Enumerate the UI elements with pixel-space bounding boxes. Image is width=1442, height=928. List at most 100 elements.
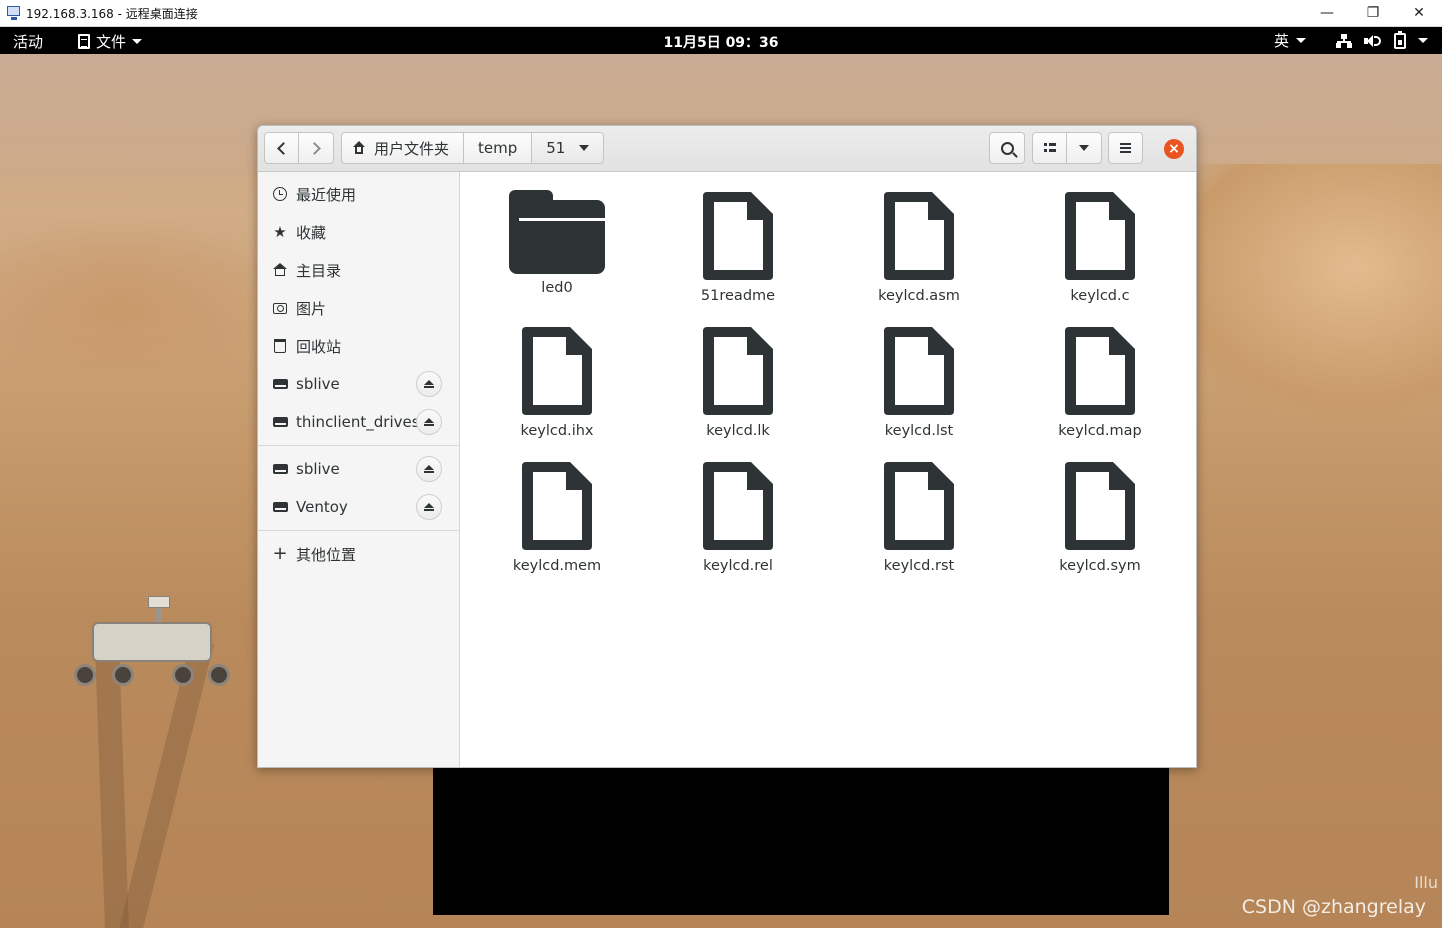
rdp-title-bar: 192.168.3.168 - 远程桌面连接 — ❐ ✕ xyxy=(0,0,1442,27)
drive-icon xyxy=(272,376,288,392)
file-item[interactable]: keylcd.lk xyxy=(648,307,828,439)
file-name: keylcd.rst xyxy=(883,558,955,574)
sidebar-item-recent[interactable]: 最近使用 xyxy=(258,175,460,213)
clock-label: 11月5日 09：36 xyxy=(663,35,779,51)
sidebar-item-sblive-2[interactable]: sblive xyxy=(258,450,460,488)
eject-button[interactable] xyxy=(416,494,442,520)
file-name: keylcd.sym xyxy=(1059,558,1141,574)
file-item[interactable]: keylcd.c xyxy=(1010,172,1190,304)
sidebar-item-starred[interactable]: ★ 收藏 xyxy=(258,213,460,251)
view-options xyxy=(1032,132,1102,164)
path-current-label: 51 xyxy=(546,139,566,157)
volume-icon xyxy=(1364,34,1382,48)
sidebar-item-label: 收藏 xyxy=(296,223,327,242)
file-item[interactable]: keylcd.lst xyxy=(829,307,1009,439)
rdp-close-button[interactable]: ✕ xyxy=(1396,0,1442,26)
navigation-buttons xyxy=(264,132,334,164)
sidebar-item-home[interactable]: 主目录 xyxy=(258,251,460,289)
file-item[interactable]: keylcd.ihx xyxy=(467,307,647,439)
sidebar-item-trash[interactable]: 回收站 xyxy=(258,327,460,365)
network-icon xyxy=(1336,33,1352,48)
drive-icon xyxy=(272,499,288,515)
view-toggle-button[interactable] xyxy=(1032,132,1067,164)
file-item[interactable]: keylcd.rel xyxy=(648,442,828,574)
system-menu[interactable] xyxy=(1336,30,1428,49)
sidebar-divider xyxy=(258,530,460,531)
back-button[interactable] xyxy=(264,132,299,164)
path-temp[interactable]: temp xyxy=(464,132,533,164)
document-icon xyxy=(701,190,775,282)
document-icon xyxy=(882,325,956,417)
sidebar-item-label: 主目录 xyxy=(296,261,342,280)
trash-icon xyxy=(272,338,288,354)
plus-icon: + xyxy=(272,543,288,564)
file-item[interactable]: keylcd.rst xyxy=(829,442,1009,574)
file-item[interactable]: keylcd.mem xyxy=(467,442,647,574)
file-item[interactable]: 51readme xyxy=(648,172,828,304)
hamburger-menu-icon xyxy=(1120,143,1131,153)
sidebar-item-label: sblive xyxy=(296,460,340,478)
eject-button[interactable] xyxy=(416,371,442,397)
sidebar-item-ventoy[interactable]: Ventoy xyxy=(258,488,460,526)
document-icon xyxy=(701,325,775,417)
input-method-menu[interactable]: 英 xyxy=(1274,30,1306,51)
document-icon xyxy=(1063,460,1137,552)
document-icon xyxy=(882,460,956,552)
eject-button[interactable] xyxy=(416,409,442,435)
file-name: keylcd.lst xyxy=(884,423,954,439)
forward-button[interactable] xyxy=(299,132,334,164)
search-button[interactable] xyxy=(989,132,1025,164)
file-name: led0 xyxy=(541,280,573,296)
sidebar: 最近使用 ★ 收藏 主目录 图片 回收站 sblive thinclient_d… xyxy=(258,172,460,767)
corner-text: Illu xyxy=(1414,873,1438,892)
file-name: keylcd.lk xyxy=(706,423,770,439)
home-icon xyxy=(272,262,288,278)
eject-button[interactable] xyxy=(416,456,442,482)
file-name: keylcd.rel xyxy=(703,558,773,574)
path-bar: 用户文件夹 temp 51 xyxy=(341,132,605,164)
close-icon: × xyxy=(1168,141,1180,157)
chevron-down-icon xyxy=(579,145,590,151)
sidebar-item-label: thinclient_drives xyxy=(296,413,420,431)
sidebar-item-other-locations[interactable]: + 其他位置 xyxy=(258,535,460,573)
window-close-button[interactable]: × xyxy=(1164,139,1184,159)
header-bar: 用户文件夹 temp 51 × xyxy=(258,126,1196,172)
sidebar-item-sblive[interactable]: sblive xyxy=(258,365,460,403)
folder-icon xyxy=(509,190,605,274)
file-name: keylcd.mem xyxy=(512,558,602,574)
file-name: keylcd.asm xyxy=(878,288,960,304)
chevron-down-icon xyxy=(1418,38,1428,43)
file-name: keylcd.map xyxy=(1058,423,1142,439)
file-item[interactable]: keylcd.sym xyxy=(1010,442,1190,574)
path-temp-label: temp xyxy=(478,139,518,157)
minimize-button[interactable]: — xyxy=(1304,0,1350,26)
chevron-down-icon xyxy=(1079,145,1089,151)
file-view: led0 51readme keylcd.asm keylcd.c keylcd… xyxy=(461,172,1196,767)
rdp-window-title: 192.168.3.168 - 远程桌面连接 xyxy=(26,6,198,21)
input-lang-label: 英 xyxy=(1273,32,1289,50)
restore-button[interactable]: ❐ xyxy=(1350,0,1396,26)
sidebar-item-label: 图片 xyxy=(296,299,327,318)
document-icon xyxy=(701,460,775,552)
sidebar-item-label: 最近使用 xyxy=(296,185,357,204)
clock[interactable]: 11月5日 09：36 xyxy=(0,32,1442,52)
main-menu-button[interactable] xyxy=(1108,132,1143,164)
remote-desktop-icon xyxy=(6,5,22,21)
sidebar-divider xyxy=(258,445,460,446)
file-name: keylcd.c xyxy=(1070,288,1130,304)
path-current[interactable]: 51 xyxy=(532,132,605,164)
chevron-left-icon xyxy=(277,141,290,155)
sidebar-item-pictures[interactable]: 图片 xyxy=(258,289,460,327)
file-item[interactable]: keylcd.asm xyxy=(829,172,1009,304)
path-home[interactable]: 用户文件夹 xyxy=(341,132,465,164)
file-item[interactable]: keylcd.map xyxy=(1010,307,1190,439)
sidebar-item-label: 回收站 xyxy=(296,337,342,356)
list-view-icon xyxy=(1043,143,1056,153)
folder-item-led0[interactable]: led0 xyxy=(467,172,647,302)
view-menu-button[interactable] xyxy=(1067,132,1102,164)
document-icon xyxy=(1063,325,1137,417)
sidebar-item-thinclient-drives[interactable]: thinclient_drives xyxy=(258,403,460,441)
document-icon xyxy=(520,460,594,552)
drive-icon xyxy=(272,461,288,477)
sidebar-item-label: Ventoy xyxy=(296,498,348,516)
